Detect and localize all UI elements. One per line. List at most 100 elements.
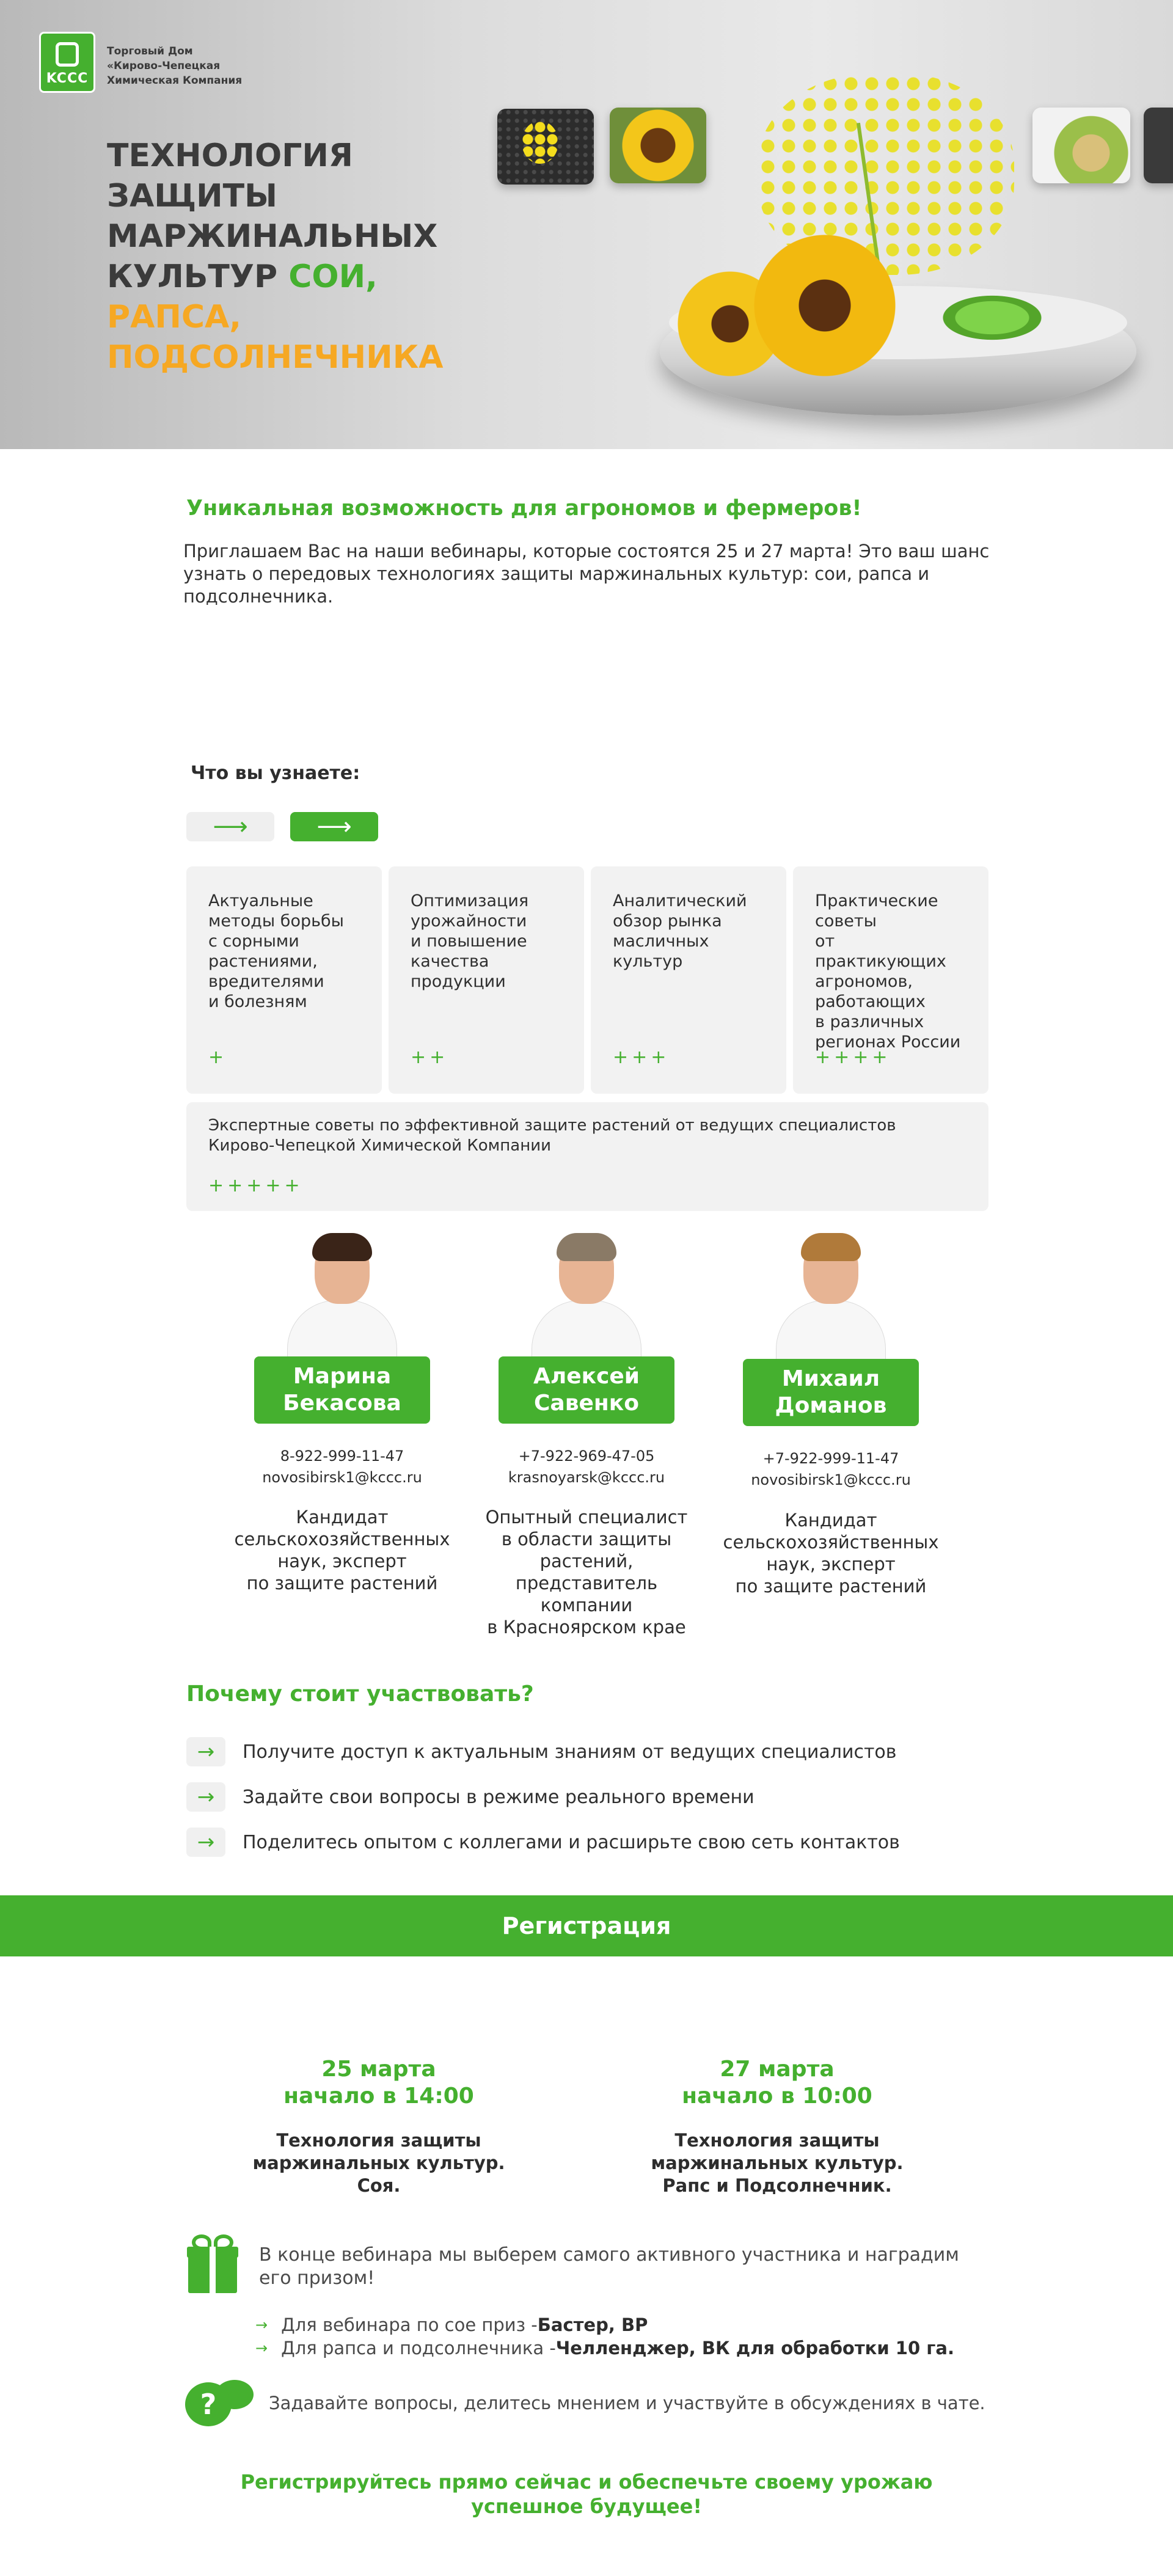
expert-desc-line: сельскохозяйственных — [723, 1532, 939, 1553]
expert-description: Кандидат сельскохозяйственных наук, эксп… — [226, 1506, 458, 1594]
company-line: Химическая Компания — [107, 75, 243, 87]
card-text-line: растениями, — [208, 952, 318, 971]
webinar-start-time: начало в 10:00 — [682, 2084, 872, 2109]
why-item-text: Поделитесь опытом с коллегами и расширьт… — [243, 1831, 900, 1853]
arrow-right-icon: → — [186, 1782, 225, 1812]
expert-photo — [284, 1228, 400, 1361]
prize-text: В конце вебинара мы выберем самого актив… — [259, 2244, 959, 2289]
expert-photo-body — [532, 1300, 641, 1361]
chat-text: Задавайте вопросы, делитесь мнением и уч… — [269, 2393, 985, 2413]
rapeseed-tile-image — [497, 109, 594, 185]
hero-title-line: ЗАЩИТЫ — [107, 178, 277, 214]
learn-card-wide: Экспертные советы по эффективной защите … — [186, 1102, 988, 1211]
expert-name-badge: Марина Бекасова — [254, 1356, 430, 1424]
expert-last-name: Бекасова — [283, 1391, 401, 1416]
card-plus-marks: + — [208, 1047, 228, 1068]
hero-title-line: РАПСА, — [107, 299, 242, 335]
expert-phone[interactable]: +7-922-969-47-05 — [470, 1446, 703, 1467]
why-heading: Почему стоит участвовать? — [186, 1681, 534, 1707]
registration-button[interactable]: Регистрация — [0, 1895, 1173, 1956]
expert-contact: 8-922-999-11-47 novosibirsk1@kccc.ru — [226, 1446, 458, 1488]
expert-photo — [773, 1228, 889, 1361]
webinar-date-block: 25 марта начало в 14:00 Технология защит… — [235, 2056, 522, 2197]
expert-desc-line: сельскохозяйственных — [234, 1529, 450, 1550]
expert-desc-line: в Красноярском крае — [487, 1617, 686, 1637]
expert-description: Опытный специалист в области защиты раст… — [470, 1506, 703, 1638]
soybean-tile-image — [1032, 108, 1130, 183]
expert-first-name: Марина — [293, 1364, 392, 1389]
why-list-item: → Поделитесь опытом с коллегами и расшир… — [186, 1827, 900, 1857]
seeds-tile-image — [1144, 108, 1173, 183]
final-cta-line: Регистрируйтесь прямо сейчас и обеспечьт… — [240, 2470, 933, 2494]
learn-heading: Что вы узнаете: — [191, 763, 360, 784]
learn-card: Практические советы от практикующих агро… — [793, 866, 988, 1094]
hero-banner: KCCC Торговый Дом «Кирово-Чепецкая Химич… — [0, 0, 1173, 449]
expert-photo-body — [287, 1300, 397, 1361]
expert-last-name: Доманов — [775, 1393, 887, 1418]
expert-photo — [528, 1228, 645, 1361]
expert-phone[interactable]: +7-922-999-11-47 — [715, 1448, 947, 1469]
expert-email[interactable]: novosibirsk1@kccc.ru — [226, 1467, 458, 1488]
webinar-topic: Технология защиты маржинальных культур. … — [235, 2129, 522, 2197]
expert-desc-line: растений, — [539, 1551, 634, 1572]
expert-desc-line: компании — [540, 1595, 633, 1615]
why-list-item: → Задайте свои вопросы в режиме реальног… — [186, 1782, 755, 1812]
expert-photo-hair — [557, 1233, 616, 1261]
arrow-right-icon: ⟶ — [213, 813, 248, 841]
sunflower-tile-image — [610, 108, 706, 183]
hero-title-line: КУЛЬТУР СОИ, — [107, 257, 498, 297]
expert-email[interactable]: krasnoyarsk@kccc.ru — [470, 1467, 703, 1488]
company-logo[interactable]: KCCC — [39, 32, 95, 93]
card-text-line: и повышение — [411, 932, 527, 951]
expert-photo-body — [776, 1300, 886, 1361]
hero-title-dark-word: КУЛЬТУР — [107, 258, 289, 295]
company-line: Торговый Дом — [107, 45, 193, 57]
webinar-topic-line: Рапс и Подсолнечник. — [662, 2175, 892, 2196]
expert-desc-line: Кандидат — [296, 1507, 389, 1528]
expert-last-name: Савенко — [534, 1391, 639, 1416]
webinar-topic-line: Соя. — [357, 2175, 401, 2196]
expert-description: Кандидат сельскохозяйственных наук, эксп… — [715, 1509, 947, 1597]
webinar-topic-line: Технология защиты — [674, 2130, 880, 2151]
expert-phone[interactable]: 8-922-999-11-47 — [226, 1446, 458, 1467]
expert-first-name: Михаил — [781, 1366, 880, 1391]
expert-photo-hair — [801, 1233, 861, 1261]
expert-desc-line: Опытный специалист — [485, 1507, 688, 1528]
hero-title-green-word: СОИ, — [288, 258, 378, 295]
carousel-prev-button[interactable]: ⟶ — [186, 812, 274, 841]
soy-pods-image — [929, 275, 1087, 360]
chat-bubble-front: ? — [185, 2382, 232, 2426]
expert-photo-hair — [312, 1233, 372, 1261]
hero-title-line: ТЕХНОЛОГИЯ — [107, 137, 353, 174]
webinar-topic-line: Технология защиты — [276, 2130, 481, 2151]
expert-email[interactable]: novosibirsk1@kccc.ru — [715, 1469, 947, 1491]
hero-title-line: ПОДСОЛНЕЧНИКА — [107, 339, 444, 376]
expert-contact: +7-922-969-47-05 krasnoyarsk@kccc.ru — [470, 1446, 703, 1488]
learn-card: Актуальные методы борьбы с сорными расте… — [186, 866, 382, 1094]
expert-name-badge: Михаил Доманов — [743, 1359, 919, 1426]
expert-desc-line: наук, эксперт — [277, 1551, 407, 1572]
card-text-line: агрономов, — [815, 972, 913, 991]
webinar-day: 25 марта — [321, 2057, 436, 2082]
expert-desc-line: наук, эксперт — [766, 1554, 896, 1575]
card-text-line: советы — [815, 912, 877, 931]
final-cta-line: успешное будущее! — [471, 2495, 702, 2518]
card-text-line: урожайности — [411, 912, 527, 931]
sunflower-large-image — [745, 232, 904, 379]
arrow-right-icon: → — [186, 1828, 225, 1857]
card-plus-marks: ++++ — [815, 1047, 891, 1068]
prize-row-prefix: Для вебинара по сое приз - — [281, 2314, 538, 2335]
card-plus-marks: +++++ — [208, 1175, 304, 1196]
webinar-topic-line: маржинальных культур. — [651, 2153, 904, 2173]
why-item-text: Получите доступ к актуальным знаниям от … — [243, 1741, 897, 1763]
webinar-topic: Технология защиты маржинальных культур. … — [634, 2129, 921, 2197]
arrow-right-icon: → — [255, 2340, 268, 2357]
learn-card: Аналитический обзор рынка масличных куль… — [591, 866, 786, 1094]
card-text-line: методы борьбы — [208, 912, 344, 931]
intro-heading: Уникальная возможность для агрономов и ф… — [186, 496, 862, 521]
carousel-next-button[interactable]: ⟶ — [290, 812, 378, 841]
arrow-right-icon: ⟶ — [316, 813, 352, 841]
company-line: «Кирово-Чепецкая — [107, 60, 221, 72]
expert-name-badge: Алексей Савенко — [499, 1356, 674, 1424]
card-text-line: масличных — [613, 932, 709, 951]
